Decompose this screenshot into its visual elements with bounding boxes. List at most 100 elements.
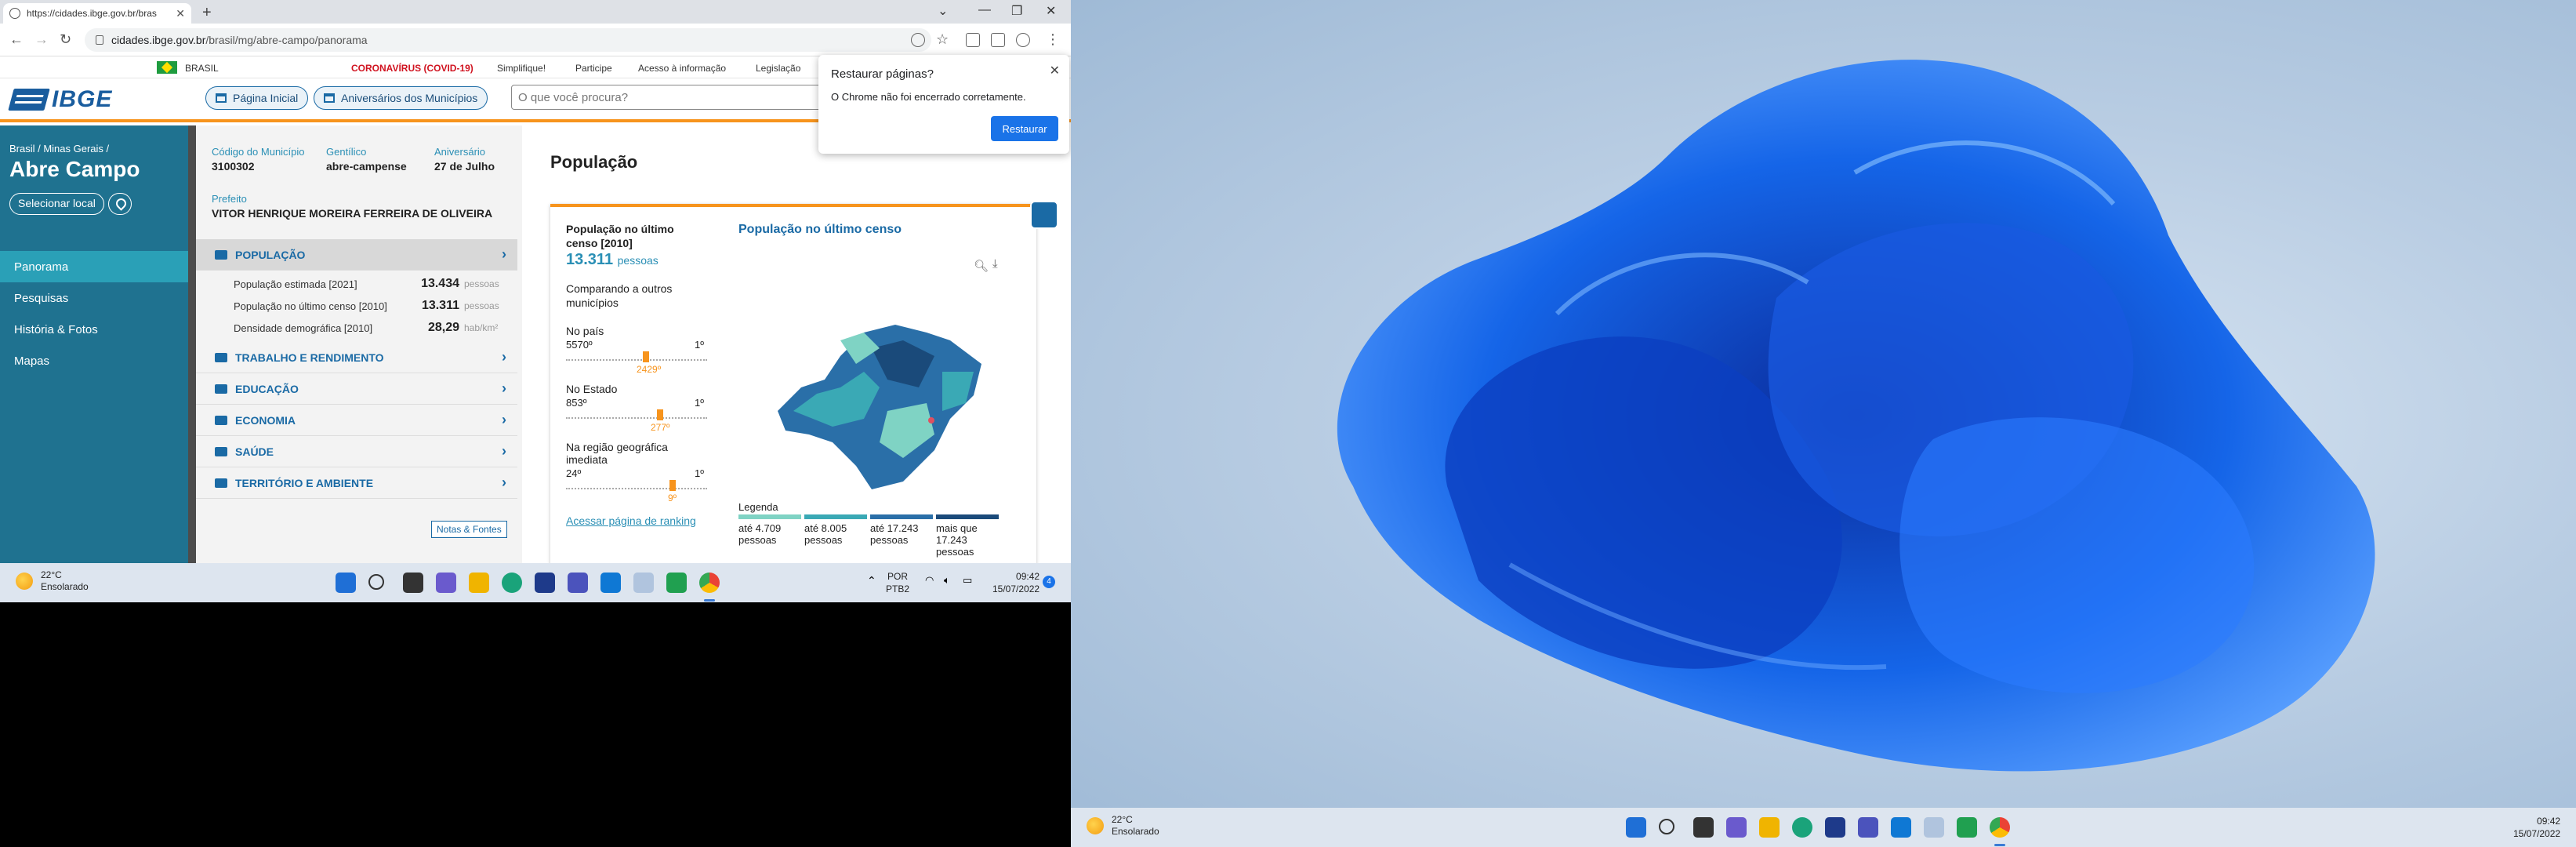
municipality-map[interactable] bbox=[746, 293, 997, 489]
book-icon bbox=[215, 384, 227, 394]
close-window-button[interactable]: ✕ bbox=[1046, 3, 1056, 19]
extensions-icon[interactable] bbox=[966, 33, 980, 47]
share-icon[interactable] bbox=[911, 33, 925, 47]
bookmark-star-icon[interactable]: ☆ bbox=[936, 31, 949, 48]
url-field[interactable]: cidades.ibge.gov.br /brasil/mg/abre-camp… bbox=[85, 28, 931, 52]
section-saude[interactable]: SAÚDE › bbox=[196, 436, 517, 467]
gentilico-value: abre-campense bbox=[326, 160, 407, 173]
restore-button[interactable]: ❐ bbox=[1011, 3, 1022, 19]
sidebar-item-historia[interactable]: História & Fotos bbox=[0, 314, 188, 345]
search-input[interactable]: O que você procura? bbox=[511, 85, 822, 110]
info-column: Código do Município 3100302 Gentílico ab… bbox=[196, 125, 522, 563]
zoom-icon[interactable]: 🔍︎ bbox=[974, 259, 989, 273]
profile-icon[interactable] bbox=[1016, 33, 1030, 47]
start-icon[interactable] bbox=[1626, 817, 1646, 838]
sun-icon bbox=[16, 573, 33, 590]
clock[interactable]: 09:42 15/07/2022 bbox=[2513, 815, 2560, 840]
wallpaper-bloom bbox=[1337, 60, 2375, 772]
edge-icon[interactable] bbox=[502, 573, 522, 593]
task-view-icon[interactable] bbox=[1693, 817, 1714, 838]
language-indicator[interactable]: POR PTB2 bbox=[886, 570, 909, 595]
teams-icon[interactable] bbox=[568, 573, 588, 593]
section-populacao[interactable]: POPULAÇÃO › bbox=[196, 239, 517, 271]
minimize-button[interactable]: — bbox=[978, 3, 991, 17]
participe-link[interactable]: Participe bbox=[575, 63, 612, 74]
folder-icon[interactable] bbox=[1759, 817, 1780, 838]
rank-marker bbox=[643, 351, 649, 362]
sidebar-item-pesquisas[interactable]: Pesquisas bbox=[0, 282, 188, 314]
app-green-icon[interactable] bbox=[666, 573, 687, 593]
simplifique-link[interactable]: Simplifique! bbox=[497, 63, 546, 74]
app-s-icon[interactable] bbox=[1891, 817, 1911, 838]
anniversaries-button[interactable]: Aniversários dos Municípios bbox=[314, 86, 488, 110]
sidebar-item-mapas[interactable]: Mapas bbox=[0, 345, 188, 376]
active-indicator bbox=[1994, 844, 2005, 846]
start-icon[interactable] bbox=[336, 573, 356, 593]
tab-search-icon[interactable]: ⌄ bbox=[938, 3, 948, 19]
chrome-icon[interactable] bbox=[699, 573, 720, 593]
section-educacao[interactable]: EDUCAÇÃO › bbox=[196, 373, 517, 405]
section-territorio[interactable]: TERRITÓRIO E AMBIENTE › bbox=[196, 467, 517, 499]
accessibility-hand-icon[interactable] bbox=[1030, 201, 1058, 229]
dialog-close-icon[interactable]: ✕ bbox=[1050, 63, 1060, 78]
table-row: População estimada [2021] 13.434 pessoas bbox=[234, 277, 499, 290]
legend-label: até 4.709 pessoas bbox=[738, 522, 782, 546]
chevron-up-icon[interactable]: ⌃ bbox=[867, 574, 876, 587]
brasil-link[interactable]: BRASIL bbox=[185, 63, 219, 74]
photos-icon[interactable] bbox=[633, 573, 654, 593]
search-icon[interactable] bbox=[368, 574, 384, 590]
chevron-right-icon: › bbox=[502, 412, 506, 427]
clock[interactable]: 09:42 15/07/2022 bbox=[992, 570, 1039, 595]
battery-icon[interactable]: ▭ bbox=[963, 574, 972, 587]
task-view-icon[interactable] bbox=[403, 573, 423, 593]
browser-tab[interactable]: https://cidades.ibge.gov.br/bras ✕ bbox=[3, 3, 191, 24]
chat-icon[interactable] bbox=[1726, 817, 1747, 838]
menu-kebab-icon[interactable]: ⋮ bbox=[1046, 31, 1060, 48]
chrome-icon[interactable] bbox=[1990, 817, 2010, 838]
restore-button[interactable]: Restaurar bbox=[991, 116, 1058, 141]
sidepanel-icon[interactable] bbox=[991, 33, 1005, 47]
legislacao-link[interactable]: Legislação bbox=[756, 63, 800, 74]
store-icon[interactable] bbox=[535, 573, 555, 593]
wifi-icon[interactable]: ◠ bbox=[925, 574, 934, 587]
rank-marker bbox=[657, 409, 663, 420]
covid-link[interactable]: CORONAVÍRUS (COVID-19) bbox=[351, 63, 473, 74]
ibge-logo[interactable]: IBGE bbox=[8, 86, 112, 112]
section-trabalho[interactable]: TRABALHO E RENDIMENTO › bbox=[196, 342, 517, 373]
chat-icon[interactable] bbox=[436, 573, 456, 593]
search-icon[interactable] bbox=[1659, 819, 1674, 834]
sidebar: Brasil / Minas Gerais / Abre Campo Selec… bbox=[0, 125, 188, 563]
breadcrumb[interactable]: Brasil / Minas Gerais / bbox=[9, 143, 109, 154]
photos-icon[interactable] bbox=[1924, 817, 1944, 838]
teams-icon[interactable] bbox=[1858, 817, 1878, 838]
forward-button[interactable]: → bbox=[34, 31, 49, 48]
location-pin-icon[interactable] bbox=[108, 193, 132, 215]
codigo-label: Código do Município bbox=[212, 146, 305, 158]
edge-icon[interactable] bbox=[1792, 817, 1812, 838]
section-economia[interactable]: ECONOMIA › bbox=[196, 405, 517, 436]
weather-widget[interactable]: 22°C Ensolarado bbox=[16, 569, 89, 593]
people-icon bbox=[215, 249, 227, 260]
store-icon[interactable] bbox=[1825, 817, 1845, 838]
aniversario-label: Aniversário bbox=[434, 146, 486, 158]
acesso-link[interactable]: Acesso à informação bbox=[638, 63, 726, 74]
sidebar-item-panorama[interactable]: Panorama bbox=[0, 251, 188, 282]
download-icon[interactable]: ⤓ bbox=[992, 257, 998, 271]
folder-icon[interactable] bbox=[469, 573, 489, 593]
weather-widget[interactable]: 22°C Ensolarado bbox=[1087, 814, 1159, 838]
back-button[interactable]: ← bbox=[9, 31, 24, 48]
select-location-button[interactable]: Selecionar local bbox=[9, 193, 104, 215]
app-green-icon[interactable] bbox=[1957, 817, 1977, 838]
notas-fontes-button[interactable]: Notas & Fontes bbox=[431, 521, 507, 538]
ranking-link[interactable]: Acessar página de ranking bbox=[566, 514, 696, 527]
close-tab-icon[interactable]: ✕ bbox=[176, 7, 185, 20]
reload-button[interactable]: ↻ bbox=[60, 31, 71, 48]
city-title: Abre Campo bbox=[9, 157, 140, 181]
lock-icon bbox=[96, 35, 103, 45]
population-card: População no último censo [2010] 13.311 … bbox=[550, 204, 1036, 573]
app-s-icon[interactable] bbox=[600, 573, 621, 593]
new-tab-button[interactable]: + bbox=[202, 4, 212, 22]
volume-icon[interactable]: 🔈︎ bbox=[944, 574, 950, 587]
home-button[interactable]: Página Inicial bbox=[205, 86, 309, 110]
notification-badge[interactable]: 4 bbox=[1043, 576, 1055, 588]
